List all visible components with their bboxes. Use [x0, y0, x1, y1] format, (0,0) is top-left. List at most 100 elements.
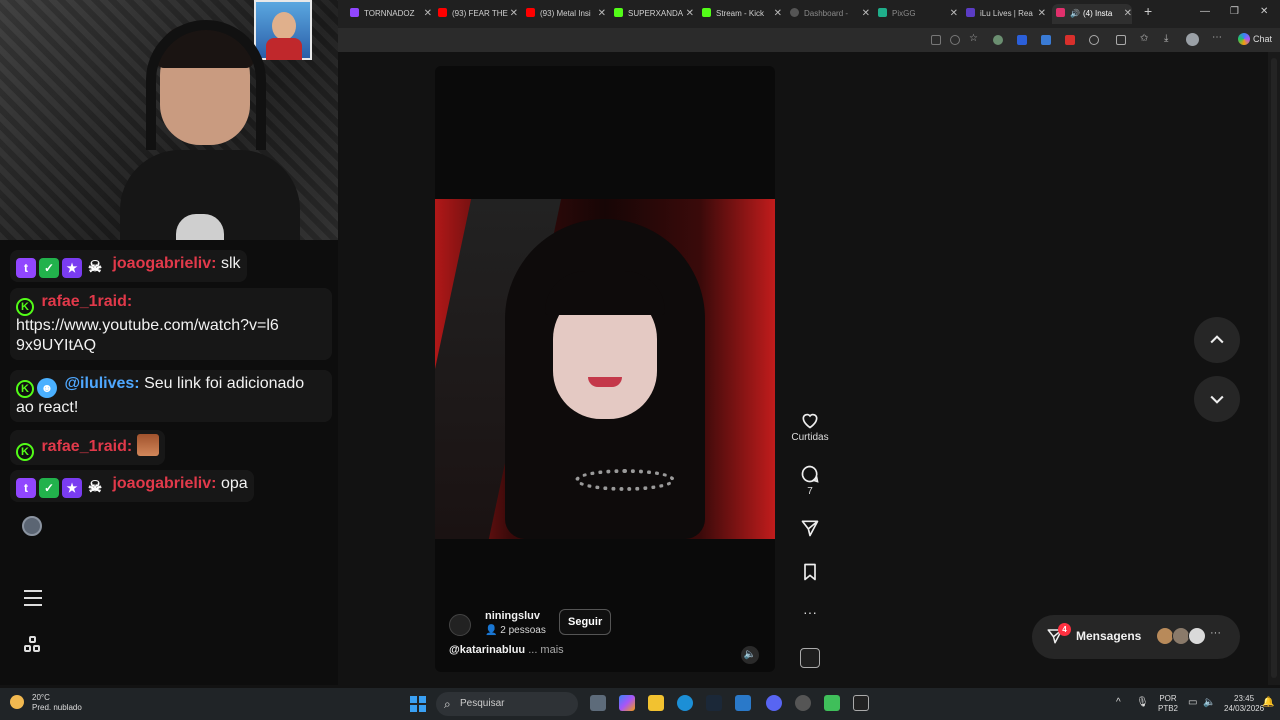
browser-tab[interactable]: (93) FEAR THE ✕: [438, 4, 518, 24]
save-button[interactable]: [790, 562, 830, 584]
bitwarden-icon[interactable]: [1017, 35, 1027, 45]
chat-message: K rafae_1raid:: [10, 430, 165, 465]
steam-icon[interactable]: [706, 695, 722, 711]
chat-message: K rafae_1raid: https://www.youtube.com/w…: [10, 288, 332, 360]
check-badge-icon: ✓: [39, 478, 59, 498]
microphone: [176, 214, 224, 240]
streamer: [120, 20, 300, 240]
ilu-icon: [966, 8, 975, 17]
reel-video[interactable]: niningsluv 👤 2 pessoas Seguir @katarinab…: [435, 66, 775, 672]
more-icon: ···: [1210, 627, 1221, 639]
maximize-button[interactable]: ❐: [1230, 6, 1239, 17]
windows-start-button[interactable]: [410, 696, 426, 712]
menu-icon[interactable]: [24, 590, 42, 606]
microphone-icon[interactable]: 🎙: [1136, 698, 1149, 708]
profile-icon[interactable]: [1186, 33, 1199, 46]
network-icon[interactable]: ▭: [1188, 698, 1197, 708]
collab-count[interactable]: 👤 2 pessoas: [485, 625, 546, 636]
star-badge-icon: ★: [62, 258, 82, 278]
person-icon: 👤: [485, 625, 501, 636]
favorites-icon[interactable]: ✩: [1140, 33, 1150, 44]
download-icon[interactable]: ⤓: [1164, 33, 1174, 44]
clock[interactable]: 23:45 24/03/2026: [1224, 694, 1264, 714]
chat-link[interactable]: https://www.youtube.com/watch?v=l69x9UYI…: [16, 316, 286, 356]
taskbar-search[interactable]: Pesquisar: [436, 692, 578, 716]
settings-icon[interactable]: [795, 695, 811, 711]
extension-icon[interactable]: [993, 35, 1003, 45]
headphones: [146, 20, 266, 150]
more-link[interactable]: ... mais: [528, 644, 563, 656]
new-tab-button[interactable]: +: [1144, 3, 1152, 19]
messages-label: Mensagens: [1076, 629, 1142, 643]
scrollbar[interactable]: [1268, 52, 1280, 685]
browser-tab[interactable]: iLu Lives | Rea ✕: [966, 4, 1046, 24]
browser-tab-active[interactable]: 🔊 (4) Insta ✕: [1052, 4, 1132, 24]
store-icon[interactable]: [735, 695, 751, 711]
unread-badge: 4: [1058, 623, 1071, 636]
close-icon[interactable]: ✕: [862, 4, 870, 24]
caption-mention[interactable]: @katarinabluu: [449, 644, 525, 656]
browser-tab[interactable]: TORNNADOZ ✕: [350, 4, 432, 24]
extensions-icon[interactable]: [1116, 35, 1126, 45]
tray-chevron-icon[interactable]: ^: [1116, 698, 1121, 708]
next-reel-button[interactable]: [1194, 376, 1240, 422]
browser-tab[interactable]: (93) Metal Insi ✕: [526, 4, 606, 24]
chevron-down-icon: [1210, 395, 1224, 404]
copilot-chat-button[interactable]: Chat: [1237, 33, 1272, 45]
close-icon[interactable]: ✕: [1124, 4, 1132, 24]
close-icon[interactable]: ✕: [598, 4, 606, 24]
discord-icon[interactable]: [766, 695, 782, 711]
previous-reel-button[interactable]: [1194, 317, 1240, 363]
obs-icon[interactable]: [853, 695, 869, 711]
notifications-icon[interactable]: 🔔: [1262, 698, 1274, 708]
file-explorer-icon[interactable]: [648, 695, 664, 711]
chat-username: rafae_1raid:: [41, 438, 133, 455]
apps-icon[interactable]: [931, 35, 941, 45]
messages-button[interactable]: 4 Mensagens ···: [1032, 615, 1240, 659]
edge-icon[interactable]: [677, 695, 693, 711]
reel-username[interactable]: niningsluv: [485, 610, 540, 622]
follow-button[interactable]: Seguir: [559, 609, 612, 635]
close-icon[interactable]: ✕: [424, 4, 432, 24]
check-badge-icon: ✓: [39, 258, 59, 278]
refresh-extension-icon[interactable]: [1089, 35, 1099, 45]
volume-icon[interactable]: 🔈: [1203, 698, 1215, 708]
favorite-star-icon[interactable]: ☆: [969, 33, 979, 44]
send-icon: [801, 520, 819, 537]
close-icon[interactable]: ✕: [950, 4, 958, 24]
translate-icon[interactable]: [1041, 35, 1051, 45]
twitch-icon: t: [16, 258, 36, 278]
browser-toolbar: ☆ ✩ ⤓ ⋯ Chat: [338, 28, 1280, 52]
close-window-button[interactable]: ✕: [1260, 6, 1268, 17]
more-icon[interactable]: ⋯: [1212, 32, 1222, 43]
zoom-icon[interactable]: [950, 35, 960, 45]
app-icon[interactable]: [824, 695, 840, 711]
more-options-button[interactable]: ···: [790, 604, 830, 620]
task-view-icon[interactable]: [590, 695, 606, 711]
close-icon[interactable]: ✕: [510, 4, 518, 24]
browser-tab[interactable]: PixGG ✕: [878, 4, 958, 24]
close-icon[interactable]: ✕: [686, 4, 694, 24]
browser-tab[interactable]: Dashboard - ✕: [790, 4, 870, 24]
audio-thumbnail[interactable]: [800, 648, 820, 668]
comment-button[interactable]: 7: [790, 464, 830, 497]
copilot-icon[interactable]: [619, 695, 635, 711]
extension-icon[interactable]: [1065, 35, 1075, 45]
minimize-button[interactable]: —: [1200, 6, 1210, 17]
like-button[interactable]: Curtidas: [790, 410, 830, 443]
language-indicator[interactable]: POR PTB2: [1158, 694, 1178, 714]
chat-username: joaogabrieliv:: [112, 475, 217, 492]
kick-icon: K: [16, 380, 34, 398]
avatar[interactable]: [449, 614, 471, 636]
skull-icon: ☠: [87, 259, 103, 276]
close-icon[interactable]: ✕: [1038, 4, 1046, 24]
twitch-icon: t: [16, 478, 36, 498]
close-icon[interactable]: ✕: [774, 4, 782, 24]
browser-tab[interactable]: SUPERXANDA ✕: [614, 4, 694, 24]
weather-widget[interactable]: 20°C Pred. nublado: [10, 693, 82, 713]
apps-grid-icon[interactable]: [24, 636, 42, 654]
browser-tab[interactable]: Stream - Kick ✕: [702, 4, 782, 24]
chat-username: rafae_1raid:: [41, 293, 133, 310]
share-button[interactable]: [790, 518, 830, 540]
volume-icon[interactable]: 🔈: [741, 646, 759, 664]
